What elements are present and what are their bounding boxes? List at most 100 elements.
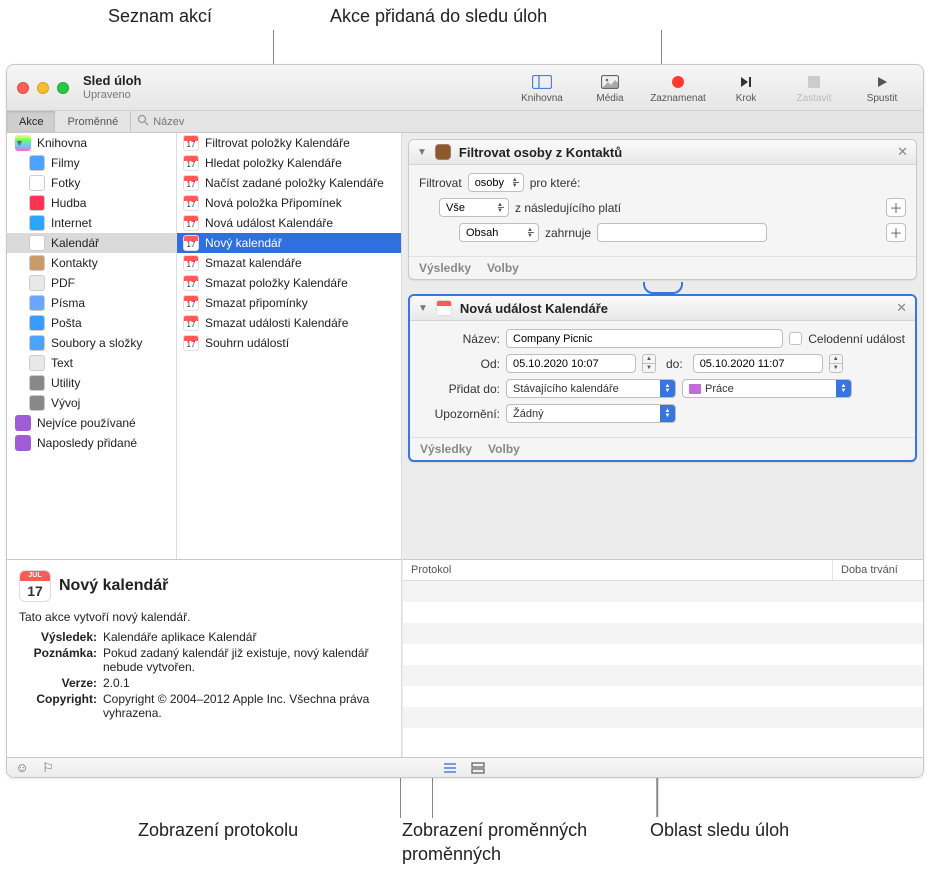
filter-subject-select[interactable]: osoby bbox=[468, 173, 524, 192]
action-list-item[interactable]: Smazat položky Kalendáře bbox=[177, 273, 401, 293]
disclosure-triangle-icon[interactable]: ▼ bbox=[418, 303, 428, 314]
library-root[interactable]: ▼ Knihovna bbox=[7, 133, 176, 153]
library-item[interactable]: Text bbox=[7, 353, 176, 373]
toolbar-library-button[interactable]: Knihovna bbox=[511, 71, 573, 104]
library-item[interactable]: Internet bbox=[7, 213, 176, 233]
addto-label: Přidat do: bbox=[420, 382, 500, 396]
library-item[interactable]: PDF bbox=[7, 273, 176, 293]
zoom-window-button[interactable] bbox=[57, 82, 69, 94]
toolbar-media-button[interactable]: Média bbox=[579, 71, 641, 104]
status-smiley-button[interactable]: ☺ bbox=[13, 761, 31, 775]
callout-vars-view: Zobrazení proměnných bbox=[402, 820, 587, 841]
library-item[interactable]: Filmy bbox=[7, 153, 176, 173]
library-item-label: Soubory a složky bbox=[51, 336, 142, 350]
action-list-label: Nový kalendář bbox=[205, 236, 282, 250]
from-datetime-input[interactable] bbox=[506, 354, 636, 373]
action-list-item[interactable]: Hledat položky Kalendáře bbox=[177, 153, 401, 173]
library-item[interactable]: Utility bbox=[7, 373, 176, 393]
toolbar-run-button[interactable]: Spustit bbox=[851, 71, 913, 104]
action-body: Filtrovat osoby pro které: Vše z následu… bbox=[409, 165, 916, 256]
library-smart-folder[interactable]: Naposledy přidané bbox=[7, 433, 176, 453]
log-view-button[interactable] bbox=[441, 761, 459, 775]
close-window-button[interactable] bbox=[17, 82, 29, 94]
toolbar-record-button[interactable]: Zaznamenat bbox=[647, 71, 709, 104]
library-item[interactable]: Kontakty bbox=[7, 253, 176, 273]
rule-field-select[interactable]: Obsah bbox=[459, 223, 539, 242]
add-rule-group-button[interactable]: ＋ bbox=[886, 198, 906, 217]
action-title: Nová událost Kalendáře bbox=[460, 301, 888, 316]
remove-action-button[interactable]: ✕ bbox=[896, 300, 907, 316]
smart-folder-icon bbox=[15, 435, 31, 451]
to-label: do: bbox=[666, 357, 683, 371]
results-tab[interactable]: Výsledky bbox=[420, 442, 472, 456]
segment-actions[interactable]: Akce bbox=[7, 111, 55, 132]
action-list-item[interactable]: Filtrovat položky Kalendáře bbox=[177, 133, 401, 153]
calendar-icon bbox=[183, 135, 199, 151]
library-item-label: Hudba bbox=[51, 196, 86, 210]
calendar-select[interactable]: Práce bbox=[682, 379, 852, 398]
allday-checkbox[interactable] bbox=[789, 332, 802, 345]
remove-action-button[interactable]: ✕ bbox=[897, 144, 908, 160]
minimize-window-button[interactable] bbox=[37, 82, 49, 94]
library-item[interactable]: Fotky bbox=[7, 173, 176, 193]
window-titles: Sled úloh Upraveno bbox=[83, 74, 142, 100]
library-item-label: Fotky bbox=[51, 176, 80, 190]
status-bar: ☺ ⚐ bbox=[7, 757, 923, 777]
library-item[interactable]: Kalendář bbox=[7, 233, 176, 253]
toolbar-record-label: Zaznamenat bbox=[650, 93, 706, 104]
info-copyright-key: Copyright: bbox=[19, 692, 97, 720]
action-list-item[interactable]: Nová událost Kalendáře bbox=[177, 213, 401, 233]
to-datetime-input[interactable] bbox=[693, 354, 823, 373]
match-scope-select[interactable]: Vše bbox=[439, 198, 509, 217]
action-list-item[interactable]: Smazat připomínky bbox=[177, 293, 401, 313]
action-list-label: Smazat události Kalendáře bbox=[205, 316, 348, 330]
addto-select[interactable]: Stávajícího kalendáře bbox=[506, 379, 676, 398]
app-icon bbox=[29, 335, 45, 351]
callout-log-view: Zobrazení protokolu bbox=[138, 820, 298, 841]
calendar-icon bbox=[183, 255, 199, 271]
calendar-icon bbox=[19, 570, 51, 602]
toolbar-library-label: Knihovna bbox=[521, 93, 563, 104]
log-row bbox=[403, 686, 923, 707]
search-input[interactable] bbox=[153, 116, 370, 128]
options-tab[interactable]: Volby bbox=[488, 442, 520, 456]
callout-added-action: Akce přidaná do sledu úloh bbox=[330, 6, 547, 27]
variables-view-button[interactable] bbox=[469, 761, 487, 775]
add-rule-button[interactable]: ＋ bbox=[886, 223, 906, 242]
for-which-label: pro které: bbox=[530, 176, 581, 190]
action-list-item[interactable]: Načíst zadané položky Kalendáře bbox=[177, 173, 401, 193]
record-icon bbox=[668, 73, 688, 91]
action-list-item[interactable]: Nový kalendář bbox=[177, 233, 401, 253]
library-item[interactable]: Soubory a složky bbox=[7, 333, 176, 353]
info-note-key: Poznámka: bbox=[19, 646, 97, 674]
library-item-label: Internet bbox=[51, 216, 92, 230]
log-col-protocol[interactable]: Protokol bbox=[403, 560, 833, 580]
action-list-item[interactable]: Smazat kalendáře bbox=[177, 253, 401, 273]
action-list-item[interactable]: Smazat události Kalendáře bbox=[177, 313, 401, 333]
callout-actions-list: Seznam akcí bbox=[108, 6, 212, 27]
disclosure-triangle-icon[interactable]: ▼ bbox=[417, 147, 427, 158]
library-item[interactable]: Písma bbox=[7, 293, 176, 313]
app-icon bbox=[29, 175, 45, 191]
library-smart-folder[interactable]: Nejvíce používané bbox=[7, 413, 176, 433]
from-stepper[interactable]: ▲▼ bbox=[642, 354, 656, 373]
disclosure-triangle-icon[interactable]: ▼ bbox=[15, 138, 24, 148]
alert-select[interactable]: Žádný bbox=[506, 404, 676, 423]
app-icon bbox=[29, 355, 45, 371]
action-list-item[interactable]: Nová položka Připomínek bbox=[177, 193, 401, 213]
library-item[interactable]: Hudba bbox=[7, 193, 176, 213]
toolbar-step-button[interactable]: Krok bbox=[715, 71, 777, 104]
options-tab[interactable]: Volby bbox=[487, 261, 519, 275]
results-tab[interactable]: Výsledky bbox=[419, 261, 471, 275]
library-item-label: Pošta bbox=[51, 316, 82, 330]
status-flag-button[interactable]: ⚐ bbox=[39, 761, 57, 775]
log-col-duration[interactable]: Doba trvání bbox=[833, 560, 923, 580]
action-list-item[interactable]: Souhrn událostí bbox=[177, 333, 401, 353]
to-stepper[interactable]: ▲▼ bbox=[829, 354, 843, 373]
rule-value-input[interactable] bbox=[597, 223, 767, 242]
search-field[interactable] bbox=[131, 111, 376, 132]
library-item[interactable]: Pošta bbox=[7, 313, 176, 333]
event-name-input[interactable] bbox=[506, 329, 783, 348]
segment-variables[interactable]: Proměnné bbox=[55, 111, 130, 132]
library-item[interactable]: Vývoj bbox=[7, 393, 176, 413]
